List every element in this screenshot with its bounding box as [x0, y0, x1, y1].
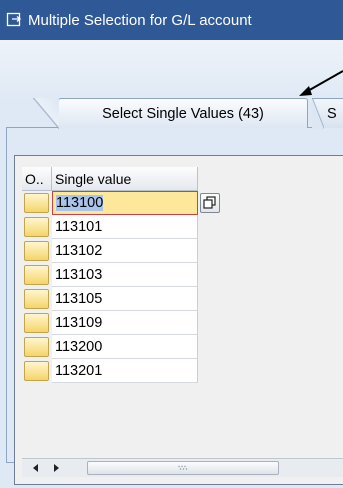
tab-select-single-values[interactable]: Select Single Values (43): [33, 98, 308, 129]
single-value-input[interactable]: 113101: [52, 215, 198, 239]
window-title: Multiple Selection for G/L account: [28, 11, 252, 29]
grip-icon: [178, 465, 188, 470]
table-row: 113201: [22, 359, 198, 383]
row-option-button[interactable]: [24, 313, 49, 333]
single-value-input[interactable]: 113109: [52, 311, 198, 335]
table-row: 113103: [22, 263, 198, 287]
row-option-button[interactable]: [24, 265, 49, 285]
single-value-input[interactable]: 113201: [52, 359, 198, 383]
row-option-button[interactable]: [24, 217, 49, 237]
table-row: 113101: [22, 215, 198, 239]
scroll-right-icon: [54, 464, 59, 472]
scroll-left-button[interactable]: [28, 459, 44, 477]
multiple-selection-button[interactable]: [200, 193, 220, 213]
row-option-button[interactable]: [24, 289, 49, 309]
window-title-icon: [6, 12, 22, 27]
single-value-input[interactable]: 113100: [52, 191, 198, 215]
scroll-right-button[interactable]: [48, 459, 64, 477]
row-option-button[interactable]: [24, 337, 49, 357]
column-header-option[interactable]: O..: [22, 167, 52, 191]
row-option-button[interactable]: [24, 193, 49, 213]
single-value-input[interactable]: 113102: [52, 239, 198, 263]
tab-select-ranges[interactable]: S: [312, 98, 343, 129]
table-row: 113100: [22, 191, 220, 215]
table-row: 113105: [22, 287, 198, 311]
table-row: 113102: [22, 239, 198, 263]
row-option-button[interactable]: [24, 241, 49, 261]
title-bar: Multiple Selection for G/L account: [0, 0, 343, 40]
single-value-input[interactable]: 113103: [52, 263, 198, 287]
tab-label: Select Single Values (43): [102, 105, 264, 122]
scroll-left-icon: [33, 464, 38, 472]
single-value-input[interactable]: 113200: [52, 335, 198, 359]
table-row: 113109: [22, 311, 198, 335]
scrollbar-thumb[interactable]: [87, 461, 279, 475]
column-header-single-value[interactable]: Single value: [52, 167, 198, 191]
single-value-input[interactable]: 113105: [52, 287, 198, 311]
row-option-button[interactable]: [24, 361, 49, 381]
table-row: 113200: [22, 335, 198, 359]
horizontal-scrollbar[interactable]: [22, 458, 343, 477]
multiple-selection-icon: [203, 196, 216, 209]
tab-label: S: [327, 105, 337, 122]
